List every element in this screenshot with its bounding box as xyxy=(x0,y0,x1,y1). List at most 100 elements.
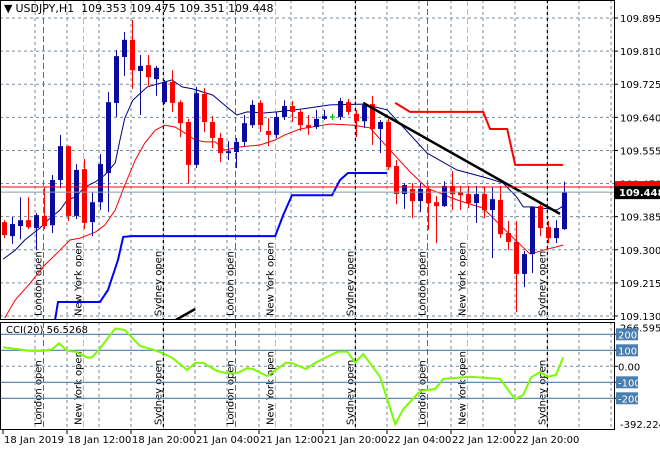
current-price-label: 109.448 xyxy=(619,188,660,199)
axes: 109.895 109.810 109.725 109.640 109.555 109.4… xyxy=(2,14,660,446)
time-label: 21 Jan 12:00 xyxy=(260,435,323,446)
session-label: London open xyxy=(34,251,45,316)
candle-body xyxy=(2,222,7,235)
price-tick-label: 109.555 xyxy=(620,146,660,157)
candle xyxy=(194,86,199,168)
slow-moving-average xyxy=(4,123,564,319)
cci-line xyxy=(3,327,565,427)
candle-body xyxy=(10,224,15,237)
candle-body xyxy=(210,122,215,138)
candle-body xyxy=(538,206,543,228)
candle-body xyxy=(498,199,503,235)
candle-body xyxy=(266,130,271,135)
session-label: Sydney open xyxy=(154,251,165,316)
candle xyxy=(346,99,351,115)
candle xyxy=(394,160,399,205)
candle-body xyxy=(42,215,47,227)
candle xyxy=(122,32,127,77)
candle-body xyxy=(66,146,71,216)
candle xyxy=(338,97,343,121)
cci-level-label: 200 xyxy=(618,330,637,341)
candle-body xyxy=(546,227,551,239)
candle xyxy=(186,118,191,184)
time-label: 18 Jan 2019 xyxy=(4,435,64,446)
candle-body xyxy=(26,220,31,228)
candle-body xyxy=(194,93,199,165)
candle-body xyxy=(530,206,535,255)
candle-body xyxy=(258,102,263,126)
candle-body xyxy=(418,189,423,202)
candle-body xyxy=(338,100,343,117)
candle-body xyxy=(82,169,87,223)
session-label: Sydney open xyxy=(538,251,549,316)
candle xyxy=(202,88,207,133)
candle-body xyxy=(474,194,479,204)
candle-body xyxy=(274,116,279,135)
price-tick-label: 109.300 xyxy=(620,246,660,257)
candle xyxy=(506,220,511,251)
candle-body xyxy=(354,113,359,122)
candle-body xyxy=(434,202,439,207)
lower-channel-line xyxy=(54,172,388,319)
session-label: London open xyxy=(418,251,429,316)
trendline xyxy=(362,101,561,215)
candle-body xyxy=(90,202,95,223)
candle xyxy=(530,206,535,274)
session-label: New York open xyxy=(266,242,277,316)
candle-body xyxy=(98,164,103,203)
candle xyxy=(146,55,151,87)
cci-level-label: -200 xyxy=(618,394,641,405)
time-label: 22 Jan 20:00 xyxy=(516,435,579,446)
dropdown-triangle-icon[interactable]: ▼ xyxy=(4,2,12,15)
candle xyxy=(562,181,567,230)
candle xyxy=(306,114,311,135)
candles xyxy=(2,19,567,313)
candle-body xyxy=(170,81,175,103)
candle-body xyxy=(122,39,127,57)
session-label: Sydney open xyxy=(346,360,357,425)
candle-body xyxy=(114,56,119,103)
candle xyxy=(362,102,367,128)
price-tick-label: 109.895 xyxy=(620,14,660,25)
candle xyxy=(554,220,559,244)
candle xyxy=(474,185,479,223)
candle xyxy=(330,113,335,121)
candle-body xyxy=(298,111,303,126)
cci-level-label: 0.00 xyxy=(618,362,640,373)
chart-title: ▼ USDJPY,H1 109.353 109.475 109.351 109.4… xyxy=(4,2,274,15)
candle-body xyxy=(146,65,151,78)
price-tick-label: 109.130 xyxy=(620,312,660,323)
candle xyxy=(154,65,159,96)
candle xyxy=(498,185,503,239)
candle-body xyxy=(442,185,447,207)
session-label: London open xyxy=(226,360,237,425)
price-tick-label: 109.725 xyxy=(620,80,660,91)
session-label: Sydney open xyxy=(538,360,549,425)
cci-level-label: 100 xyxy=(618,346,637,357)
candle xyxy=(458,185,463,211)
candle xyxy=(378,120,383,154)
candle-body xyxy=(402,185,407,195)
candle xyxy=(138,55,143,115)
candle xyxy=(74,164,79,220)
candle-body xyxy=(218,137,223,154)
candle-body xyxy=(186,122,191,165)
session-label: New York open xyxy=(74,242,85,316)
candle xyxy=(26,197,31,230)
candle-body xyxy=(346,102,351,112)
price-chart[interactable]: London open London open New York open New Y… xyxy=(0,0,660,450)
candle-body xyxy=(362,104,367,122)
candle xyxy=(82,159,87,230)
candle xyxy=(18,197,23,240)
chart-window[interactable]: London open London open New York open New Y… xyxy=(0,0,660,450)
candle-body xyxy=(242,123,247,142)
candle xyxy=(114,49,119,117)
candle xyxy=(314,109,319,130)
time-label: 21 Jan 20:00 xyxy=(324,435,387,446)
cci-min-label: -392.2242 xyxy=(620,420,660,431)
candle xyxy=(50,174,55,234)
price-tick-label: 109.385 xyxy=(620,213,660,224)
candle-body xyxy=(234,141,239,153)
session-label: Sydney open xyxy=(346,251,357,316)
candle-body xyxy=(282,106,287,117)
